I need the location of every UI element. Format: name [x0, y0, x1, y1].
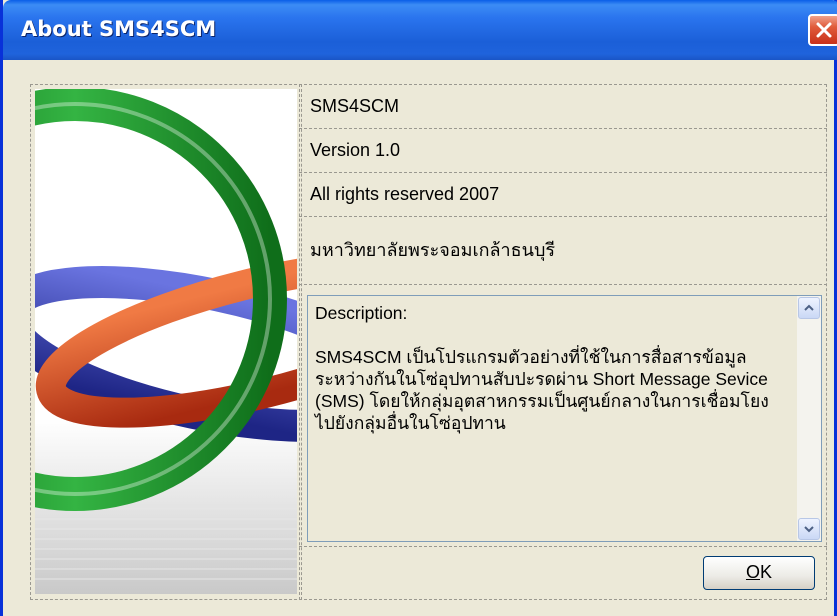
scroll-up-button[interactable]	[798, 297, 820, 319]
divider	[299, 546, 827, 547]
description-body: SMS4SCM เป็นโปรแกรมตัวอย่างที่ใช้ในการสื…	[315, 347, 773, 433]
scroll-down-button[interactable]	[798, 518, 820, 540]
copyright-text: All rights reserved 2007	[310, 184, 500, 204]
divider	[299, 284, 827, 285]
logo-image	[35, 89, 297, 594]
close-button[interactable]	[808, 14, 837, 46]
chevron-up-icon	[804, 304, 814, 311]
vertical-scrollbar[interactable]	[797, 296, 821, 541]
close-icon	[816, 22, 832, 38]
ok-button[interactable]: OK	[703, 556, 815, 590]
description-heading: Description:	[315, 303, 408, 323]
description-textbox[interactable]: Description: SMS4SCM เป็นโปรแกรมตัวอย่าง…	[307, 295, 822, 542]
version-text: Version 1.0	[310, 140, 401, 160]
ok-label-rest: K	[760, 562, 773, 582]
product-name: SMS4SCM	[310, 96, 400, 116]
ok-mnemonic: O	[745, 562, 760, 582]
university-name: มหาวิทยาลัยพระจอมเกล้าธนบุรี	[310, 240, 556, 260]
title-bar[interactable]: About SMS4SCM	[3, 0, 837, 60]
description-content: Description: SMS4SCM เป็นโปรแกรมตัวอย่าง…	[315, 302, 785, 434]
chevron-down-icon	[804, 526, 814, 533]
rings-logo	[35, 89, 297, 594]
window-title: About SMS4SCM	[21, 17, 217, 41]
